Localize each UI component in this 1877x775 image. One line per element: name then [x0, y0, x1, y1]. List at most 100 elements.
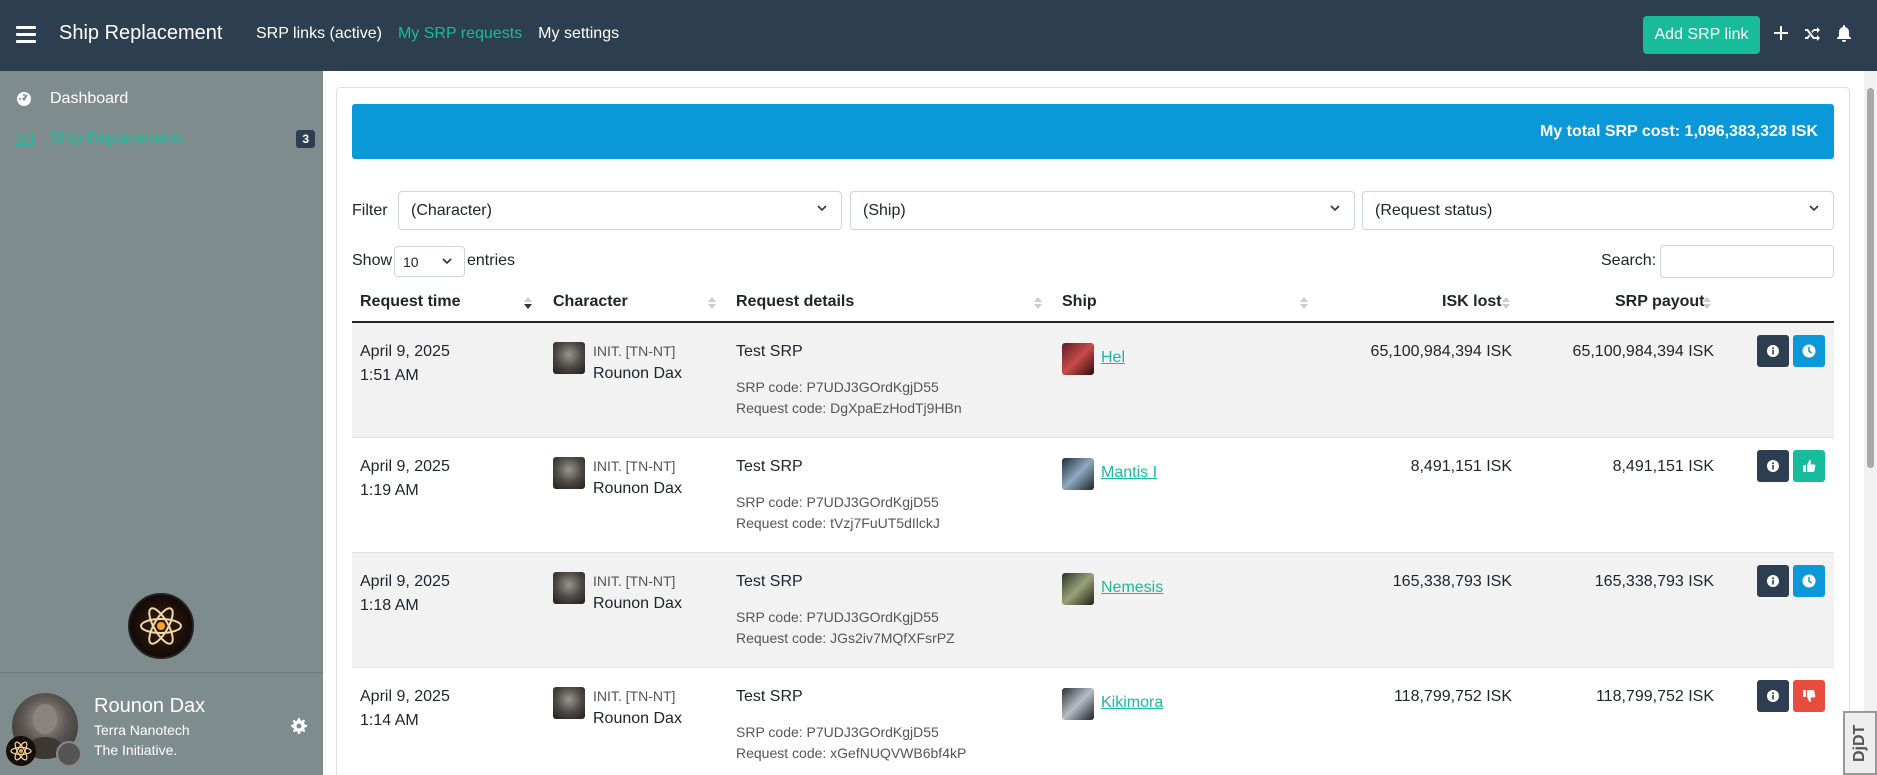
column-header-request-time[interactable]: Request time: [360, 293, 460, 311]
request-date: April 9, 2025: [360, 343, 450, 360]
money-bill-icon: [15, 130, 33, 148]
status-rejected-button[interactable]: [1793, 680, 1825, 712]
user-panel: Rounon Dax Terra Nanotech The Initiative…: [0, 672, 323, 775]
chevron-down-icon: [442, 258, 452, 265]
app-title[interactable]: Ship Replacement: [59, 22, 222, 45]
request-time: 1:51 AM: [360, 367, 419, 384]
ship-filter-select[interactable]: (Ship): [850, 191, 1355, 230]
character-name: Rounon Dax: [593, 480, 682, 497]
debug-toolbar-handle[interactable]: DjDT: [1843, 711, 1877, 775]
character-portrait: [553, 457, 585, 489]
status-approved-button[interactable]: [1793, 450, 1825, 482]
sidebar-item-ship-replacement[interactable]: Ship Replacement 3: [15, 130, 315, 148]
request-date: April 9, 2025: [360, 573, 450, 590]
sort-icon[interactable]: [1703, 297, 1711, 313]
status-pending-button[interactable]: [1793, 565, 1825, 597]
status-filter-value: (Request status): [1375, 201, 1493, 219]
srp-payout: 118,799,752 ISK: [1595, 688, 1714, 705]
info-icon: [1767, 575, 1779, 587]
sidebar-item-dashboard[interactable]: Dashboard: [15, 90, 315, 108]
character-name: Rounon Dax: [593, 710, 682, 727]
character-filter-value: (Character): [411, 201, 492, 219]
ship-icon: [1062, 688, 1094, 720]
page-length-value: 10: [403, 253, 419, 270]
chevron-down-icon: [1330, 205, 1340, 212]
sort-icon[interactable]: [1034, 297, 1042, 313]
request-time: 1:19 AM: [360, 482, 419, 499]
table-row: April 9, 2025 1:14 AM INIT. [TN-NT] Roun…: [352, 668, 1834, 775]
request-code: Request code: DgXpaEzHodTj9HBn: [736, 400, 962, 416]
total-srp-cost: My total SRP cost: 1,096,383,328 ISK: [1539, 122, 1818, 140]
shuffle-icon[interactable]: [1802, 24, 1822, 46]
page-scrollbar[interactable]: [1864, 71, 1877, 775]
column-header-character[interactable]: Character: [553, 293, 628, 311]
character-portrait: [553, 342, 585, 374]
request-title: Test SRP: [736, 343, 803, 360]
character-filter-select[interactable]: (Character): [398, 191, 842, 230]
bell-icon[interactable]: [1834, 24, 1854, 46]
corporation-logo: [6, 736, 36, 766]
count-badge: 3: [296, 130, 315, 148]
status-pending-button[interactable]: [1793, 335, 1825, 367]
request-code: Request code: tVzj7FuUT5dIlckJ: [736, 515, 940, 531]
total-srp-cost-banner: My total SRP cost: 1,096,383,328 ISK: [352, 104, 1834, 159]
ship-link[interactable]: Nemesis: [1101, 579, 1163, 597]
column-header-srp-payout[interactable]: SRP payout: [1615, 293, 1705, 311]
nav-link-srp-links[interactable]: SRP links (active): [256, 25, 382, 43]
corporation-ticker: INIT. [TN-NT]: [593, 573, 676, 589]
nav-link-my-srp-requests[interactable]: My SRP requests: [398, 25, 522, 43]
user-name: Rounon Dax: [94, 695, 206, 717]
column-header-ship[interactable]: Ship: [1062, 293, 1097, 311]
sort-icon[interactable]: [524, 297, 532, 313]
character-name: Rounon Dax: [593, 595, 682, 612]
corporation-ticker: INIT. [TN-NT]: [593, 688, 676, 704]
entries-label: entries: [467, 252, 516, 269]
request-code: Request code: xGefNUQVWB6bf4kP: [736, 745, 967, 761]
table-row: April 9, 2025 1:19 AM INIT. [TN-NT] Roun…: [352, 438, 1834, 553]
ship-icon: [1062, 343, 1094, 375]
nav-link-my-settings[interactable]: My settings: [538, 25, 619, 43]
srp-payout: 65,100,984,394 ISK: [1572, 343, 1714, 360]
sidebar-item-label: Dashboard: [50, 90, 129, 107]
search-label: Search:: [1601, 252, 1657, 269]
info-button[interactable]: [1757, 565, 1789, 597]
table-row: April 9, 2025 1:18 AM INIT. [TN-NT] Roun…: [352, 553, 1834, 668]
sort-icon[interactable]: [708, 297, 716, 313]
column-header-isk-lost[interactable]: ISK lost: [1442, 293, 1502, 311]
gear-icon[interactable]: [291, 718, 307, 739]
scrollbar-thumb[interactable]: [1867, 88, 1874, 468]
info-button[interactable]: [1757, 335, 1789, 367]
info-icon: [1767, 460, 1779, 472]
isk-lost: 65,100,984,394 ISK: [1370, 343, 1512, 360]
srp-code: SRP code: P7UDJ3GOrdKgjD55: [736, 609, 939, 625]
srp-code: SRP code: P7UDJ3GOrdKgjD55: [736, 379, 939, 395]
srp-payout: 8,491,151 ISK: [1612, 458, 1714, 475]
ship-icon: [1062, 573, 1094, 605]
ship-link[interactable]: Kikimora: [1101, 694, 1163, 712]
status-filter-select[interactable]: (Request status): [1362, 191, 1834, 230]
sort-icon[interactable]: [1300, 297, 1308, 313]
search-input[interactable]: [1660, 245, 1834, 278]
chevron-down-icon: [817, 205, 827, 212]
add-srp-link-button[interactable]: Add SRP link: [1643, 16, 1760, 54]
clock-icon: [1802, 344, 1816, 358]
page-length-select[interactable]: 10: [394, 246, 465, 277]
request-title: Test SRP: [736, 458, 803, 475]
show-label: Show: [352, 252, 393, 269]
request-title: Test SRP: [736, 688, 803, 705]
column-header-request-details[interactable]: Request details: [736, 293, 854, 311]
character-portrait: [553, 572, 585, 604]
top-navbar: Ship Replacement SRP links (active) My S…: [0, 0, 1877, 71]
info-button[interactable]: [1757, 680, 1789, 712]
request-time: 1:14 AM: [360, 712, 419, 729]
request-title: Test SRP: [736, 573, 803, 590]
ship-link[interactable]: Mantis I: [1101, 464, 1157, 482]
ship-filter-value: (Ship): [863, 201, 906, 219]
menu-toggle-icon[interactable]: [16, 26, 36, 44]
ship-link[interactable]: Hel: [1101, 349, 1125, 367]
info-button[interactable]: [1757, 450, 1789, 482]
alliance-logo: [128, 593, 194, 659]
plus-icon[interactable]: [1771, 24, 1791, 46]
request-date: April 9, 2025: [360, 688, 450, 705]
sort-icon[interactable]: [1502, 297, 1510, 313]
